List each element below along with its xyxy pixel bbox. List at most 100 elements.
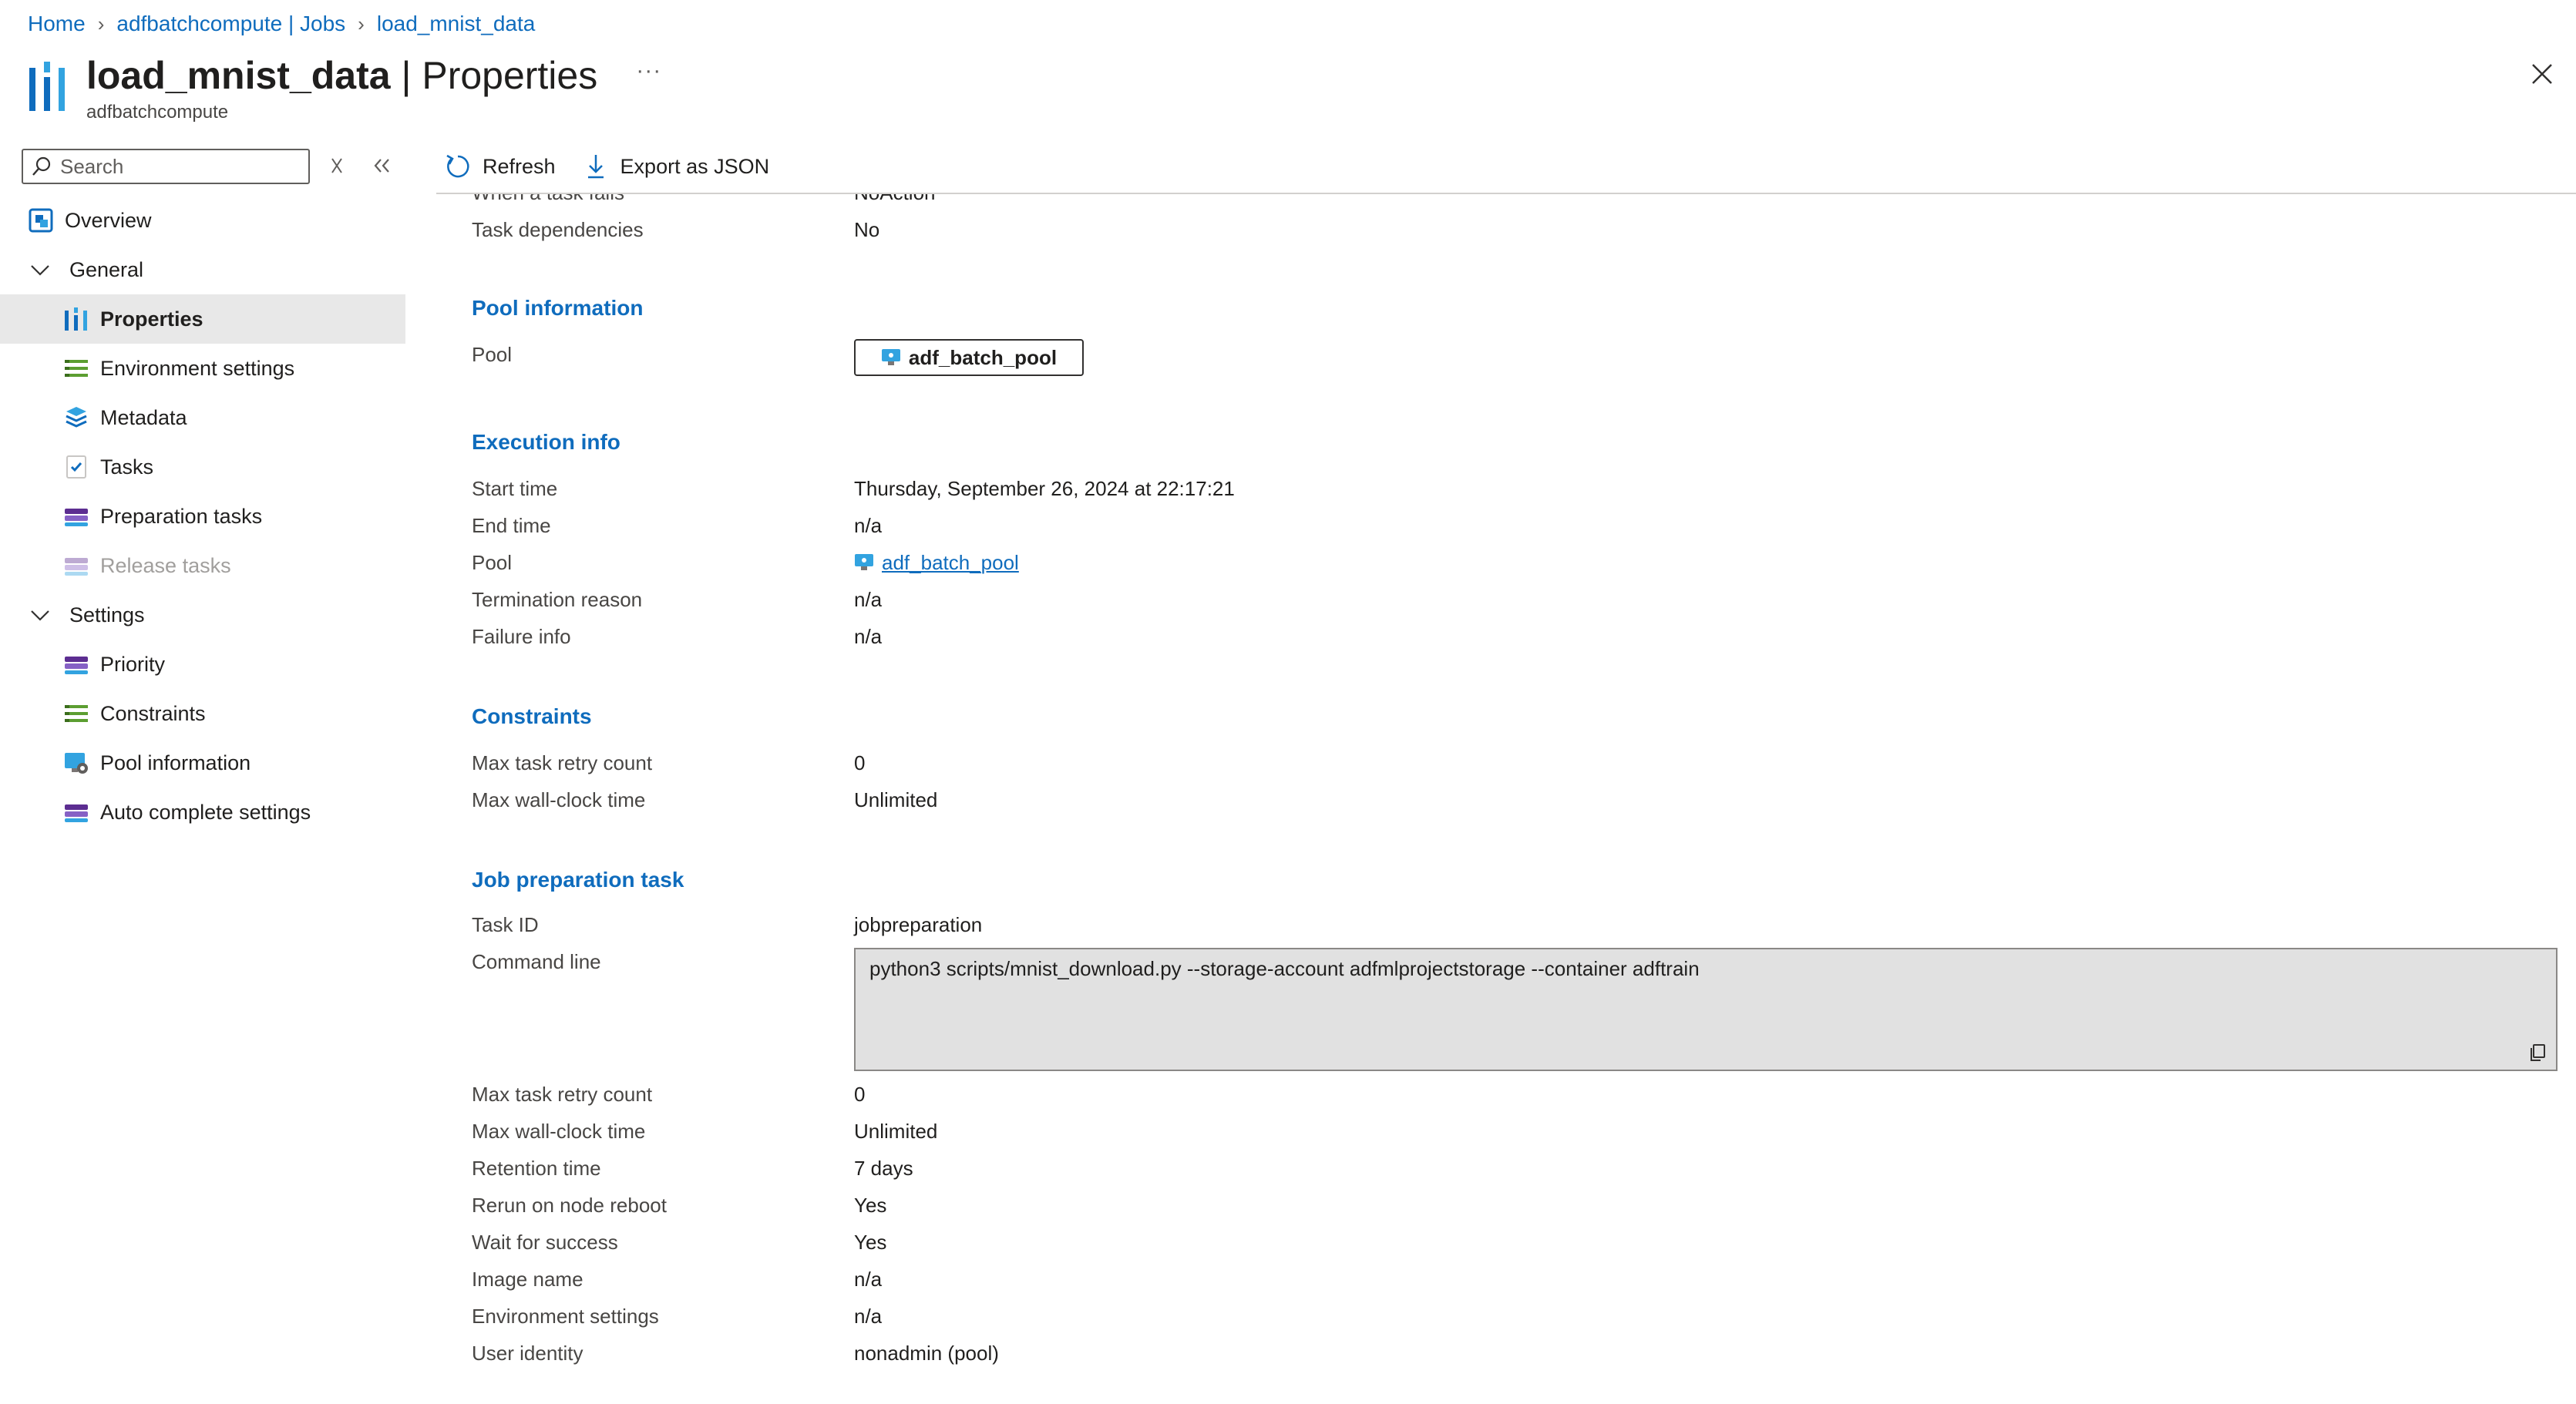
nav-group-general[interactable]: General: [0, 245, 405, 294]
release-tasks-icon: [65, 558, 88, 576]
nav-label: Release tasks: [100, 553, 231, 577]
nav-item-pool-information[interactable]: Pool information: [0, 738, 405, 788]
nav-item-constraints[interactable]: Constraints: [0, 689, 405, 738]
property-label: Max task retry count: [472, 751, 653, 774]
nav-label: Constraints: [100, 701, 206, 725]
property-row-max-wall-clock: Max wall-clock time Unlimited: [472, 784, 937, 815]
refresh-button[interactable]: Refresh: [444, 153, 556, 180]
nav-label: General: [69, 257, 144, 281]
property-row-retention-time: Retention time 7 days: [472, 1153, 913, 1184]
nav-label: Auto complete settings: [100, 800, 311, 824]
auto-complete-settings-icon: [65, 804, 88, 822]
property-row-prep-max-retry: Max task retry count 0: [472, 1079, 865, 1110]
properties-icon: [29, 62, 65, 111]
refresh-icon: [446, 154, 469, 178]
property-row-start-time: Start time Thursday, September 26, 2024 …: [472, 473, 1235, 504]
property-label: Max wall-clock time: [472, 788, 646, 811]
property-label: Start time: [472, 476, 558, 500]
nav-item-preparation-tasks[interactable]: Preparation tasks: [0, 492, 405, 541]
property-value: 0: [854, 1082, 866, 1106]
nav-label: Preparation tasks: [100, 504, 263, 528]
preparation-tasks-icon: [65, 509, 88, 526]
property-value: 7 days: [854, 1156, 913, 1180]
breadcrumb: Home › adfbatchcompute | Jobs › load_mni…: [28, 11, 535, 37]
pool-link-label: adf_batch_pool: [882, 550, 1019, 574]
command-bar: Refresh Export as JSON: [444, 148, 795, 185]
property-label: Wait for success: [472, 1230, 618, 1254]
tasks-icon: [66, 455, 86, 479]
nav-item-auto-complete-settings[interactable]: Auto complete settings: [0, 788, 405, 837]
property-value: NoAction: [854, 194, 936, 205]
nav-item-metadata[interactable]: Metadata: [0, 393, 405, 442]
chevron-right-icon: ›: [358, 12, 365, 35]
close-icon[interactable]: [2528, 60, 2556, 88]
property-label: User identity: [472, 1341, 583, 1365]
property-label: Failure info: [472, 624, 571, 648]
properties-content[interactable]: When a task fails NoAction Task dependen…: [472, 194, 2576, 1404]
property-row-image-name: Image name n/a: [472, 1264, 882, 1295]
pool-button[interactable]: adf_batch_pool: [854, 339, 1084, 376]
property-row-end-time: End time n/a: [472, 510, 882, 541]
download-icon: [587, 155, 604, 179]
more-options-icon[interactable]: ···: [636, 58, 661, 84]
property-row-execution-pool: Pool adf_batch_pool: [472, 547, 1019, 578]
command-line-text: python3 scripts/mnist_download.py --stor…: [869, 957, 1700, 980]
property-value: n/a: [854, 513, 883, 537]
property-row-max-retry: Max task retry count 0: [472, 747, 865, 778]
breadcrumb-job[interactable]: load_mnist_data: [377, 12, 535, 36]
property-value: n/a: [854, 1267, 883, 1291]
page-title: load_mnist_data | Properties: [86, 51, 597, 100]
nav-item-tasks[interactable]: Tasks: [0, 442, 405, 492]
clear-search-icon[interactable]: [325, 154, 348, 177]
environment-settings-icon: [65, 360, 88, 377]
pool-information-icon: [65, 753, 88, 774]
chevron-down-icon: [31, 610, 49, 621]
pool-link[interactable]: adf_batch_pool: [854, 551, 1019, 575]
collapse-menu-icon[interactable]: [368, 154, 395, 177]
resource-name: load_mnist_data: [86, 54, 391, 97]
nav-label: Overview: [65, 208, 152, 232]
nav-group-settings[interactable]: Settings: [0, 590, 405, 640]
property-label: Rerun on node reboot: [472, 1193, 667, 1217]
pool-icon: [881, 349, 900, 365]
nav-item-properties[interactable]: Properties: [0, 294, 405, 344]
property-row-user-identity: User identity nonadmin (pool): [472, 1338, 999, 1369]
search-input[interactable]: [60, 154, 291, 179]
nav-label: Tasks: [100, 455, 154, 479]
property-label: End time: [472, 513, 551, 537]
export-json-button[interactable]: Export as JSON: [582, 153, 769, 180]
property-value: Unlimited: [854, 788, 938, 811]
property-row-termination-reason: Termination reason n/a: [472, 584, 882, 615]
command-line-textbox[interactable]: python3 scripts/mnist_download.py --stor…: [854, 948, 2558, 1071]
nav-item-release-tasks[interactable]: Release tasks: [0, 541, 405, 590]
breadcrumb-home[interactable]: Home: [28, 12, 86, 36]
pool-icon: [855, 554, 873, 570]
property-label: Pool: [472, 342, 513, 366]
property-value: 0: [854, 751, 866, 774]
nav-item-environment-settings[interactable]: Environment settings: [0, 344, 405, 393]
property-label: Termination reason: [472, 587, 643, 611]
blade-name: Properties: [422, 54, 598, 97]
breadcrumb-jobs[interactable]: adfbatchcompute | Jobs: [116, 12, 345, 36]
property-row-failure-info: Failure info n/a: [472, 621, 882, 652]
property-row-command-line: Command line: [472, 946, 854, 977]
property-value: Unlimited: [854, 1119, 938, 1143]
copy-icon[interactable]: [2527, 1042, 2548, 1063]
property-row-task-id: Task ID jobpreparation: [472, 909, 982, 940]
nav-label: Settings: [69, 603, 145, 626]
property-label: Max task retry count: [472, 1082, 653, 1106]
property-value: Yes: [854, 1193, 887, 1217]
property-value: n/a: [854, 587, 883, 611]
nav-item-priority[interactable]: Priority: [0, 640, 405, 689]
refresh-label: Refresh: [483, 154, 556, 178]
property-label: Command line: [472, 949, 601, 973]
property-value: Yes: [854, 1230, 887, 1254]
property-value: jobpreparation: [854, 912, 983, 936]
section-title-execution-info: Execution info: [472, 430, 620, 454]
chevron-down-icon: [31, 265, 49, 276]
nav-label: Pool information: [100, 751, 251, 774]
property-label: Image name: [472, 1267, 583, 1291]
nav-item-overview[interactable]: Overview: [0, 196, 405, 245]
property-row-prep-max-wall-clock: Max wall-clock time Unlimited: [472, 1116, 937, 1147]
property-value: n/a: [854, 624, 883, 648]
